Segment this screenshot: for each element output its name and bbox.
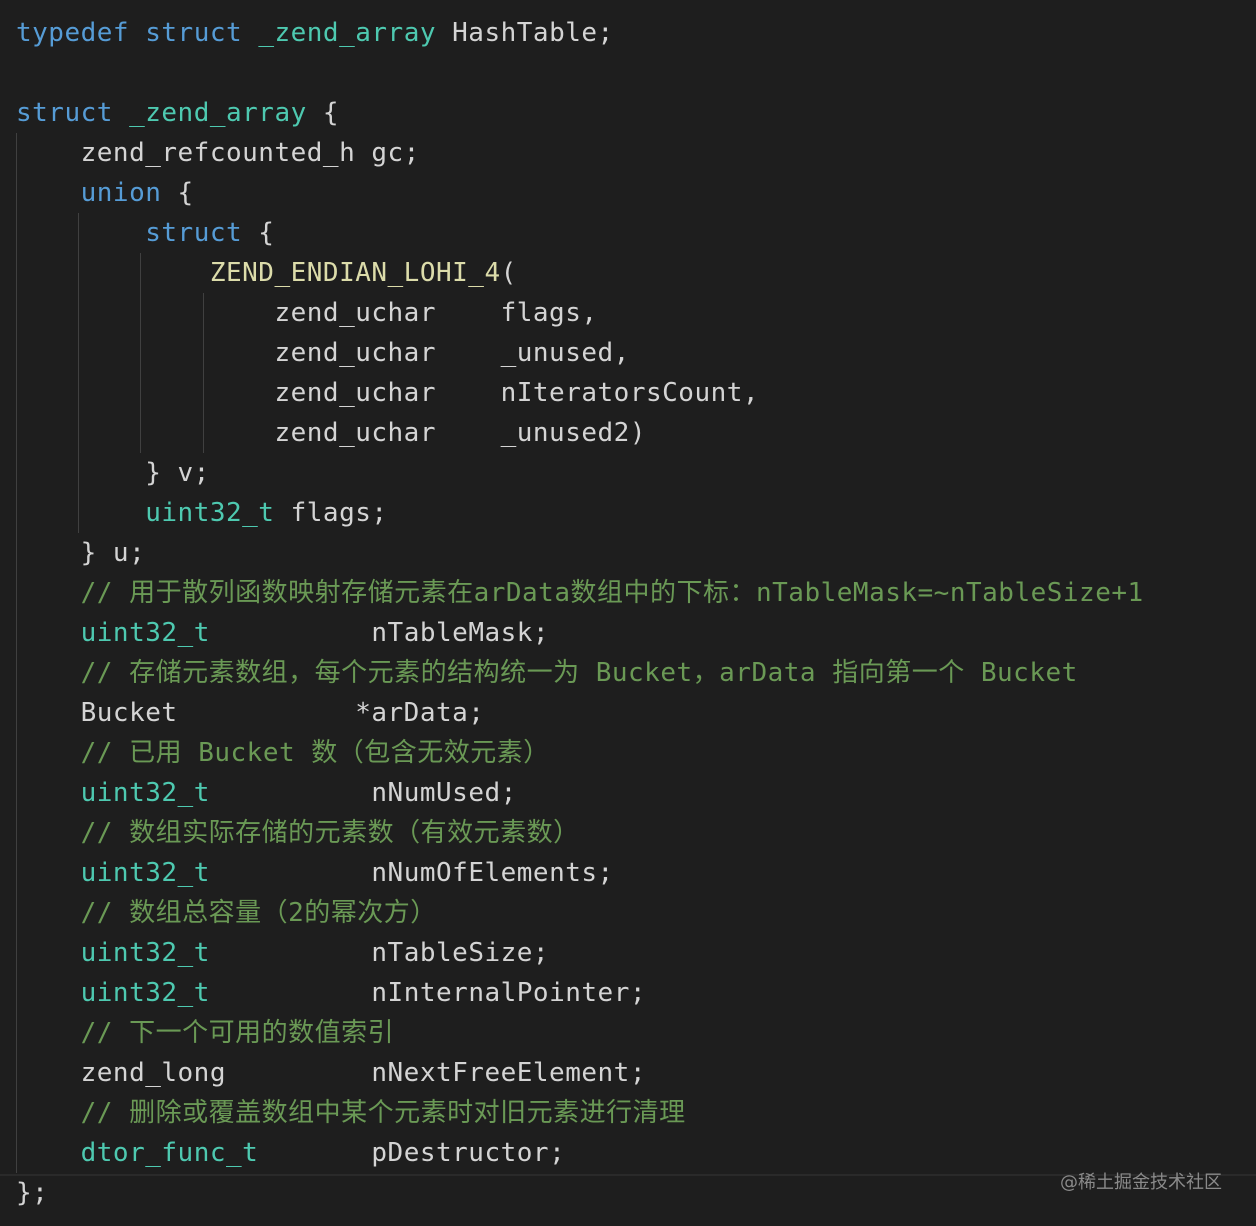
code-token: // 数组实际存储的元素数（有效元素数） [16, 818, 580, 848]
code-token: uint32_t [80, 938, 210, 968]
code-token: nTableSize; [209, 938, 550, 968]
code-line: zend_uchar _unused2) [16, 413, 646, 453]
code-token: uint32_t [80, 978, 210, 1008]
code-token: uint32_t [80, 778, 210, 808]
code-token: uint32_t [80, 618, 210, 648]
code-token: }; [16, 1178, 49, 1208]
code-token: zend_uchar _unused, [16, 338, 630, 368]
code-token: // 数组总容量（2的幂次方） [16, 898, 437, 928]
code-token: zend_uchar nIteratorsCount, [16, 378, 760, 408]
code-editor[interactable]: typedef struct _zend_array HashTable; str… [0, 0, 1256, 1226]
code-token: // 下一个可用的数值索引 [16, 1018, 395, 1048]
code-line: zend_uchar nIteratorsCount, [16, 373, 759, 413]
code-token: { [242, 218, 275, 248]
code-line: struct { [16, 213, 274, 253]
code-token: nNumUsed; [209, 778, 517, 808]
code-line: zend_refcounted_h gc; [16, 133, 420, 173]
code-line: uint32_t flags; [16, 493, 388, 533]
code-token: Bucket *arData; [16, 698, 485, 728]
code-line: typedef struct _zend_array HashTable; [16, 13, 614, 53]
code-line: } v; [16, 453, 210, 493]
code-token: zend_long nNextFreeElement; [16, 1058, 646, 1088]
code-line: struct _zend_array { [16, 93, 339, 133]
code-line: zend_uchar _unused, [16, 333, 630, 373]
code-line: Bucket *arData; [16, 693, 484, 733]
code-token: union [80, 178, 162, 208]
code-line: }; [16, 1173, 48, 1213]
code-token: uint32_t [145, 498, 275, 528]
code-line: // 存储元素数组，每个元素的结构统一为 Bucket，arData 指向第一个… [16, 653, 1078, 693]
code-token: } v; [16, 458, 210, 488]
code-token: flags; [274, 498, 388, 528]
code-line: uint32_t nTableMask; [16, 613, 549, 653]
code-token: nNumOfElements; [209, 858, 614, 888]
code-line: ZEND_ENDIAN_LOHI_4( [16, 253, 517, 293]
code-token: ZEND_ENDIAN_LOHI_4 [209, 258, 501, 288]
code-token: struct [145, 218, 243, 248]
code-line: zend_long nNextFreeElement; [16, 1053, 646, 1093]
code-line: // 数组总容量（2的幂次方） [16, 893, 437, 933]
code-token: { [161, 178, 194, 208]
code-token: pDestructor; [258, 1138, 566, 1168]
code-line: // 已用 Bucket 数（包含无效元素） [16, 733, 550, 773]
code-line: zend_uchar flags, [16, 293, 598, 333]
code-token: dtor_func_t [80, 1138, 259, 1168]
code-token: } u; [16, 538, 146, 568]
code-line: uint32_t nTableSize; [16, 933, 549, 973]
watermark: @稀土掘金技术社区 [1060, 1172, 1222, 1193]
code-token: // 用于散列函数映射存储元素在arData数组中的下标：nTableMask=… [16, 578, 1144, 608]
code-line: // 删除或覆盖数组中某个元素时对旧元素进行清理 [16, 1093, 686, 1133]
code-token: // 存储元素数组，每个元素的结构统一为 Bucket，arData 指向第一个… [16, 658, 1078, 688]
code-line: uint32_t nNumOfElements; [16, 853, 614, 893]
code-token: ( [500, 258, 517, 288]
code-token: nInternalPointer; [209, 978, 646, 1008]
code-line: uint32_t nNumUsed; [16, 773, 517, 813]
code-token: { [306, 98, 340, 128]
code-line: // 数组实际存储的元素数（有效元素数） [16, 813, 580, 853]
code-token: _zend_array [258, 18, 436, 48]
code-line: uint32_t nInternalPointer; [16, 973, 646, 1013]
code-token: _zend_array [129, 98, 307, 128]
code-line: union { [16, 173, 194, 213]
code-line: // 用于散列函数映射存储元素在arData数组中的下标：nTableMask=… [16, 573, 1144, 613]
code-token: struct [145, 18, 243, 48]
code-token: // 已用 Bucket 数（包含无效元素） [16, 738, 550, 768]
code-line: // 下一个可用的数值索引 [16, 1013, 394, 1053]
code-token: zend_uchar flags, [16, 298, 598, 328]
code-line: dtor_func_t pDestructor; [16, 1133, 565, 1173]
code-token: typedef [16, 18, 130, 48]
code-token: zend_refcounted_h gc; [16, 138, 420, 168]
code-token: uint32_t [80, 858, 210, 888]
code-token: HashTable; [436, 18, 614, 48]
code-token: struct [16, 98, 113, 128]
code-token: zend_uchar _unused2) [16, 418, 646, 448]
code-token: // 删除或覆盖数组中某个元素时对旧元素进行清理 [16, 1098, 686, 1128]
code-token: nTableMask; [209, 618, 550, 648]
code-line: } u; [16, 533, 145, 573]
